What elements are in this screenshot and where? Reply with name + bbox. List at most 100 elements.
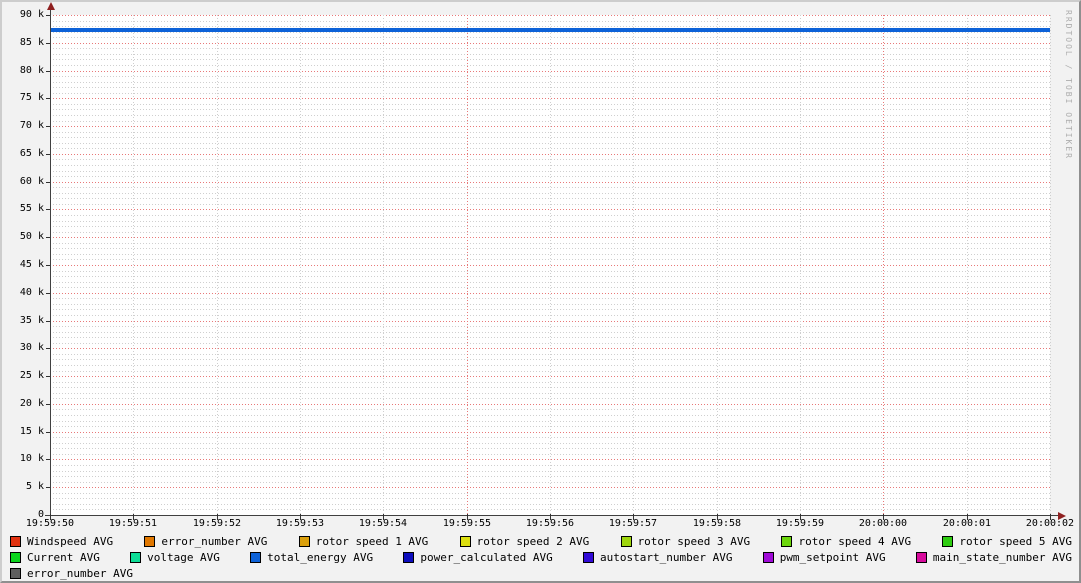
legend-swatch [620,535,632,547]
x-axis-label: 20:00:01 [942,518,992,529]
x-axis-label: 19:59:51 [108,518,158,529]
legend-item: error_number AVG [144,535,267,548]
legend-row: Current AVG voltage AVG total_energy AVG po… [10,549,1072,565]
legend-label: Current AVG [27,550,100,564]
legend-swatch [144,535,156,547]
legend-label: error_number AVG [27,566,133,580]
legend-item: rotor speed 1 AVG [298,535,428,548]
y-axis-label: 20 k [19,397,44,409]
x-axis-label: 20:00:02 [1025,518,1075,529]
y-axis-tick [46,320,50,322]
legend-swatch [250,551,262,563]
legend-item: rotor speed 5 AVG [942,535,1072,548]
gridline-minor-vertical [133,15,134,515]
y-axis-label: 80 k [19,64,44,76]
y-axis-tick [46,181,50,183]
x-axis-label: 19:59:55 [442,518,492,529]
y-axis-tick [46,70,50,72]
y-axis-label: 25 k [19,370,44,382]
legend-swatch [403,551,415,563]
y-axis-tick [46,237,50,239]
y-axis-label: 60 k [19,175,44,187]
y-axis-label: 40 k [19,286,44,298]
legend-item: error_number AVG [10,567,133,580]
legend-item: autostart_number AVG [583,551,732,564]
y-axis-line [50,9,51,519]
legend-row: Windspeed AVG error_number AVG rotor speed… [10,533,1072,549]
y-axis-label: 5 k [25,481,44,493]
legend-item: rotor speed 4 AVG [781,535,911,548]
y-axis-label: 55 k [19,203,44,215]
gridline-minor-vertical [217,15,218,515]
legend-swatch [10,535,21,547]
gridline-minor-vertical [800,15,801,515]
y-axis-arrow-icon [47,2,55,10]
y-axis-label: 75 k [19,92,44,104]
y-axis-tick [46,126,50,128]
legend-swatch [459,535,471,547]
x-axis-label: 19:59:52 [192,518,242,529]
x-axis-label: 19:59:58 [692,518,742,529]
y-axis-tick [46,98,50,100]
rrdtool-watermark: RRDTOOL / TOBI OETIKER [1064,10,1073,160]
gridline-minor-vertical [383,15,384,515]
legend-label: pwm_setpoint AVG [779,550,886,564]
legend-label: autostart_number AVG [600,550,733,564]
y-axis-tick [46,376,50,378]
legend-swatch [781,535,793,547]
x-axis-label: 19:59:59 [775,518,825,529]
legend-swatch [298,535,310,547]
y-axis-label: 85 k [19,36,44,48]
gridline-minor-vertical [717,15,718,515]
legend-label: rotor speed 4 AVG [798,534,912,548]
gridline-minor-vertical [300,15,301,515]
y-axis-tick [46,42,50,44]
legend-swatch [583,551,595,563]
legend-swatch [942,535,954,547]
x-axis-line [45,515,1058,516]
y-axis-label: 10 k [19,453,44,465]
legend-label: rotor speed 3 AVG [637,534,751,548]
y-axis-label: 50 k [19,231,44,243]
y-axis-tick [46,265,50,266]
y-axis-tick [46,487,50,489]
y-axis-tick [46,403,50,405]
rrd-graph: RRDTOOL / TOBI OETIKER Windspeed AVG erro… [0,0,1081,583]
legend-swatch [130,551,142,563]
legend-swatch [762,551,774,563]
series-line-total_energy [50,28,1050,32]
legend-item: Windspeed AVG [10,535,113,548]
legend-label: Windspeed AVG [27,534,114,548]
y-axis-label: 15 k [19,425,44,437]
x-axis-label: 19:59:53 [275,518,325,529]
legend-item: rotor speed 3 AVG [620,534,751,548]
gridline-minor-vertical [550,15,551,515]
gridline-major-vertical [883,15,884,515]
plot-area [50,15,1051,515]
y-axis-label: 45 k [19,259,44,270]
x-axis-label: 19:59:56 [525,518,575,529]
y-axis-label: 35 k [19,314,44,326]
legend-item: pwm_setpoint AVG [762,550,886,564]
y-axis-label: 0 [37,509,44,520]
y-axis-tick [46,153,50,155]
legend-item: Current AVG [10,551,100,564]
y-axis-tick [46,209,50,211]
legend-item: rotor speed 2 AVG [459,535,589,548]
legend-item: power_calculated AVG [403,551,553,564]
x-axis-label: 19:59:54 [358,518,408,529]
legend-row: error_number AVG [10,565,1072,581]
y-axis-label: 30 k [19,342,44,354]
gridline-major-vertical [467,15,468,515]
gridline-minor-vertical [967,15,968,515]
y-axis-tick [46,348,50,350]
legend-swatch [915,551,927,563]
x-axis-label: 19:59:57 [608,518,658,529]
legend-label: voltage AVG [147,550,220,564]
legend-label: main_state_number AVG [932,550,1072,564]
legend-item: main_state_number AVG [915,550,1072,564]
y-axis-label: 90 k [19,9,44,20]
legend-label: rotor speed 5 AVG [959,534,1072,548]
y-axis-tick [46,292,50,294]
y-axis-tick [46,459,50,461]
